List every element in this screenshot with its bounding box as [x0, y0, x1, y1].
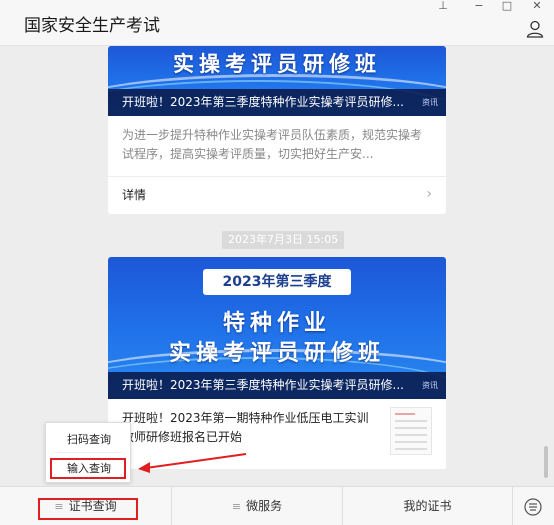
- popup-divider: [54, 452, 122, 453]
- document-thumbnail: [390, 407, 432, 455]
- article-description: 为进一步提升特种作业实操考评员队伍素质，规范实操考试程序，提高实操考评质量，切实…: [122, 128, 423, 161]
- article-caption: 开班啦！2023年第三季度特种作业实操考评员研修... 资讯: [108, 372, 446, 399]
- banner-heading: 实操考评员研修班: [173, 51, 381, 76]
- scrollbar[interactable]: [544, 446, 548, 478]
- user-icon[interactable]: [525, 19, 545, 39]
- article-card[interactable]: 2023年第三季度 特种作业 实操考评员研修班 开班啦！2023年第三季度特种作…: [108, 257, 446, 399]
- article-caption-text: 开班啦！2023年第三季度特种作业实操考评员研修...: [122, 95, 404, 109]
- detail-label: 详情: [122, 188, 147, 202]
- article-banner: 实操考评员研修班 开班啦！2023年第三季度特种作业实操考评员研修... 资讯: [108, 46, 446, 116]
- close-button[interactable]: ✕: [526, 0, 548, 14]
- menu-label: 我的证书: [403, 499, 452, 513]
- minimize-button[interactable]: −: [468, 0, 490, 14]
- article-caption: 开班啦！2023年第三季度特种作业实操考评员研修... 资讯: [108, 89, 446, 116]
- menu-lines-icon: ≡: [231, 500, 242, 513]
- chevron-right-icon: ›: [426, 186, 432, 202]
- title-bar: 国家安全生产考试 ⊥ − □ ✕: [0, 0, 554, 46]
- list-item-title: 开班啦！2023年第一期特种作业低压电工实训教师研修班报名已开始: [122, 411, 369, 444]
- highlight-box-input-query: [50, 458, 126, 479]
- article-card[interactable]: 实操考评员研修班 开班啦！2023年第三季度特种作业实操考评员研修... 资讯 …: [108, 46, 446, 214]
- caption-tag: 资讯: [422, 381, 438, 390]
- article-detail-link[interactable]: 详情 ›: [108, 176, 446, 210]
- pin-button[interactable]: ⊥: [432, 0, 454, 14]
- banner-heading-line2: 实操考评员研修班: [168, 340, 385, 366]
- keyboard-switch-icon[interactable]: [512, 487, 554, 525]
- caption-tag: 资讯: [422, 98, 438, 107]
- season-label: 2023年第三季度: [203, 269, 351, 295]
- scan-query-item[interactable]: 扫码查询: [46, 429, 132, 451]
- menu-my-certificate[interactable]: 我的证书: [343, 487, 512, 525]
- annotation-arrow: [138, 453, 247, 473]
- article-banner: 2023年第三季度 特种作业 实操考评员研修班 开班啦！2023年第三季度特种作…: [108, 257, 446, 399]
- message-timestamp: 2023年7月3日 15:05: [222, 231, 345, 249]
- article-caption-text: 开班啦！2023年第三季度特种作业实操考评员研修...: [122, 378, 404, 392]
- maximize-button[interactable]: □: [496, 0, 518, 14]
- banner-heading-line1: 特种作业: [222, 310, 331, 336]
- highlight-box-certificate-query: [38, 498, 138, 520]
- message-feed[interactable]: 实操考评员研修班 开班啦！2023年第三季度特种作业实操考评员研修... 资讯 …: [0, 46, 554, 486]
- menu-label: 微服务: [246, 499, 283, 513]
- menu-micro-service[interactable]: ≡ 微服务: [172, 487, 342, 525]
- app-title: 国家安全生产考试: [24, 16, 160, 36]
